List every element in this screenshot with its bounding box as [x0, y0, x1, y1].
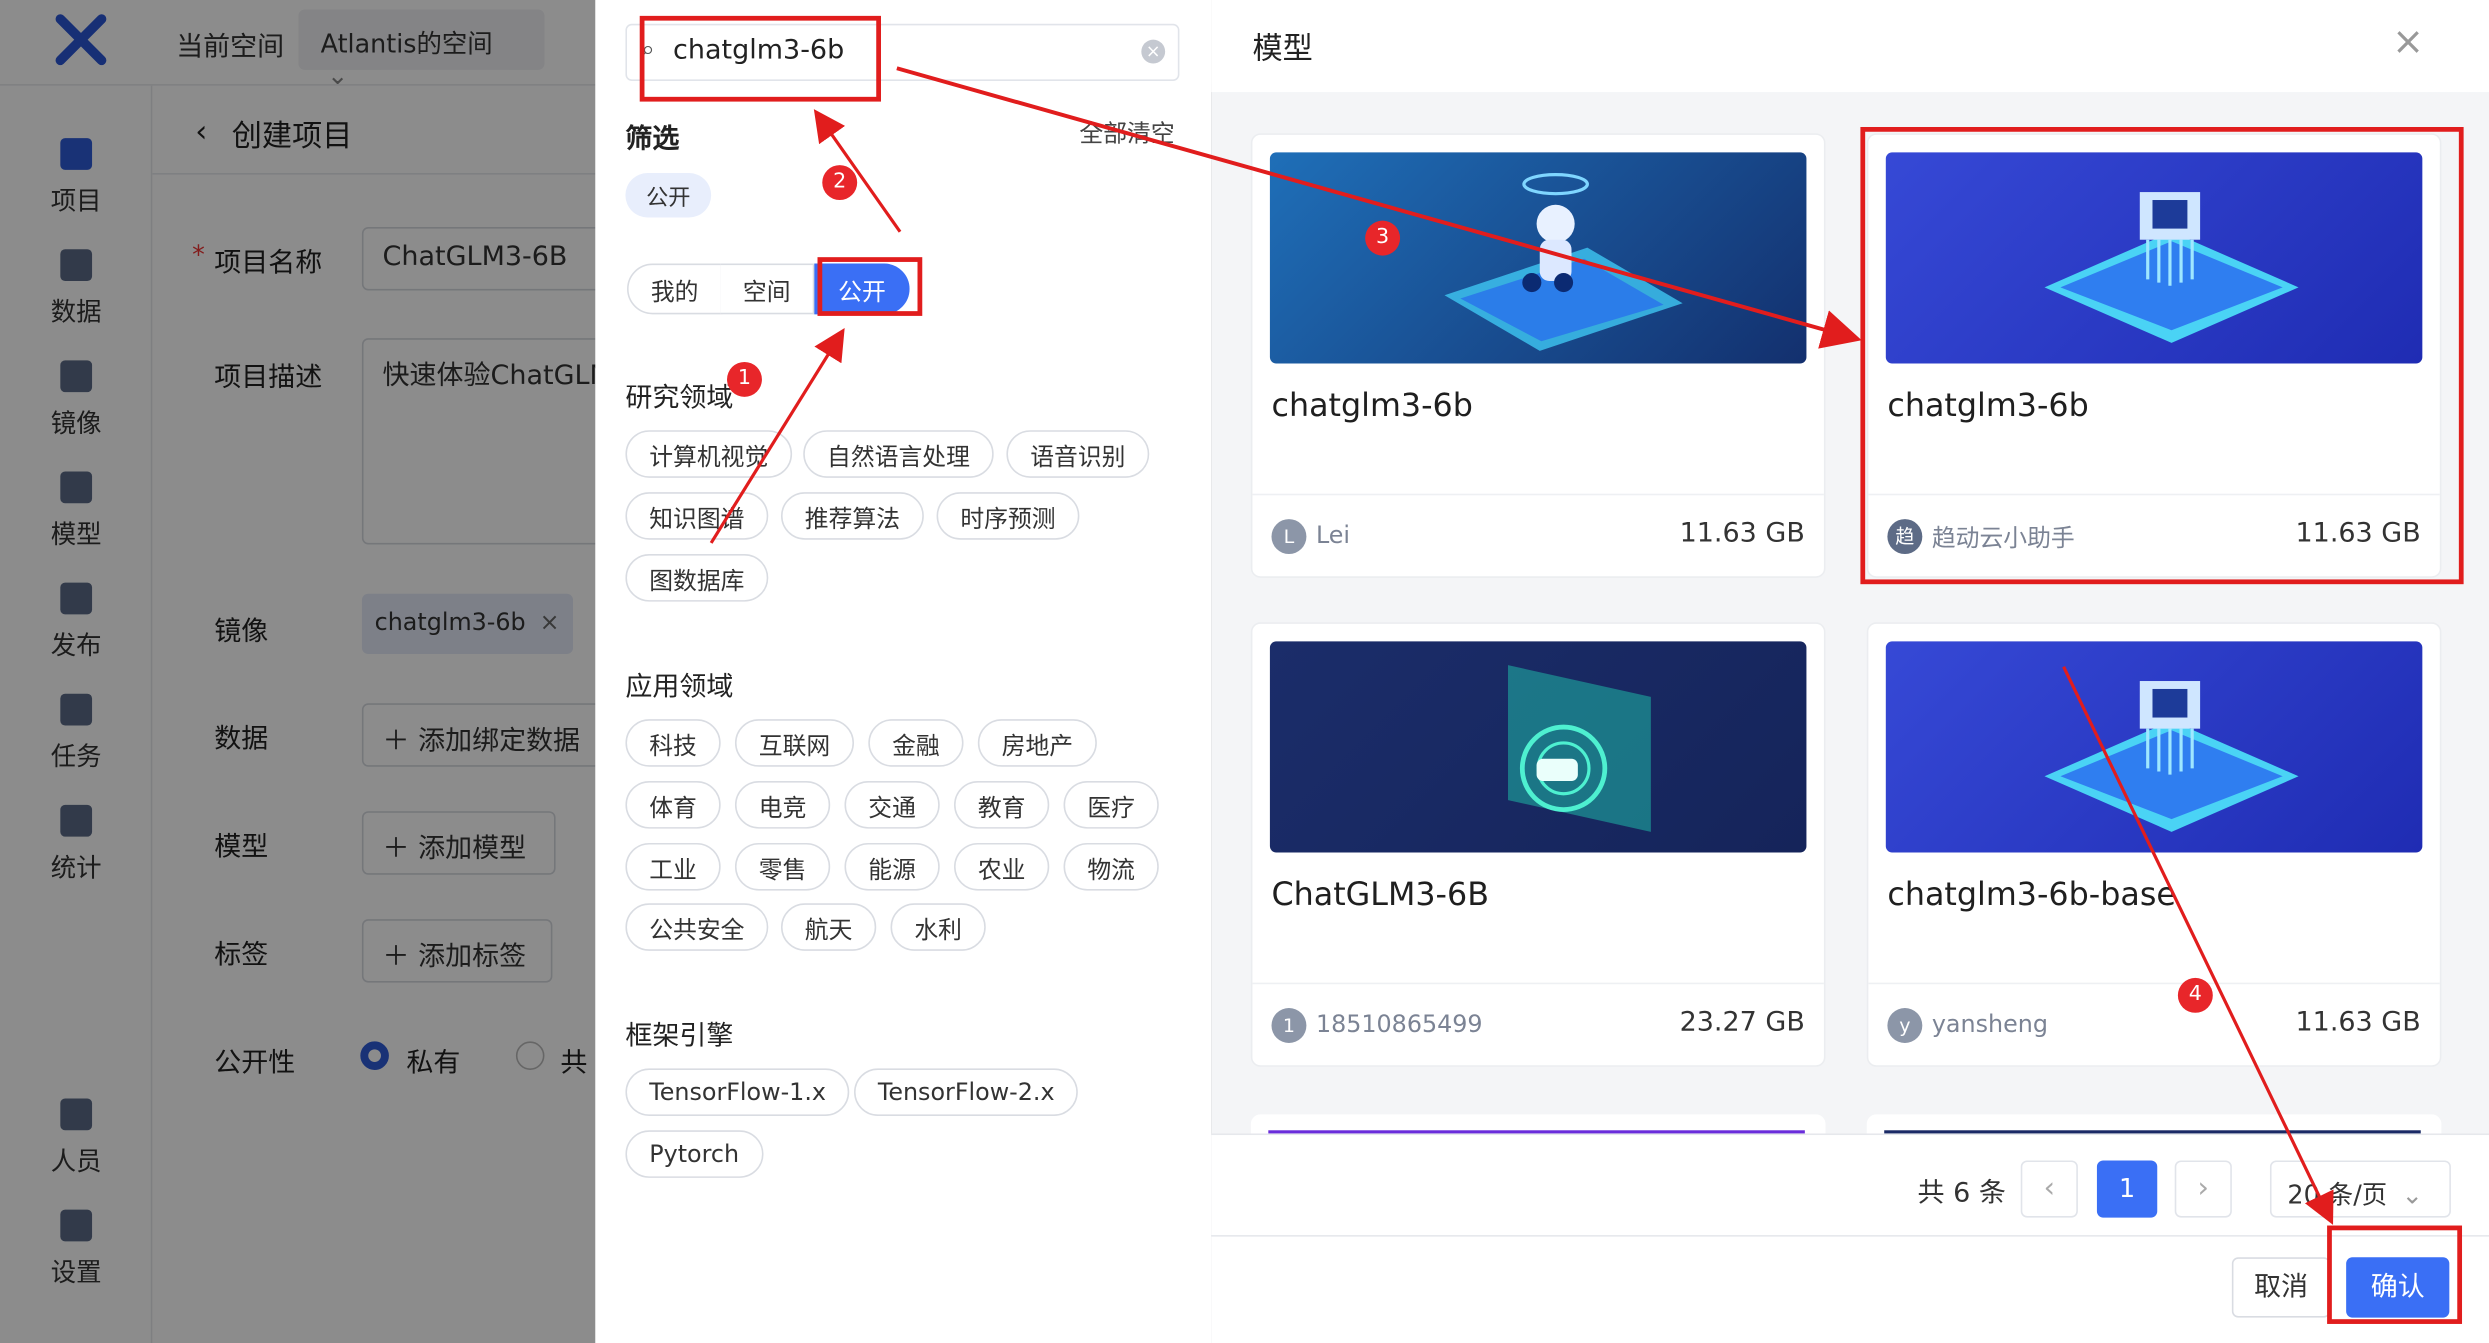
annotation-badge-1: 1 [727, 361, 762, 397]
annotation-badge-3: 3 [1365, 220, 1401, 256]
annotation-arrows [709, 66, 2334, 1225]
annotation-badge-2: 2 [822, 165, 858, 201]
annotation-badge-4: 4 [2177, 977, 2213, 1013]
